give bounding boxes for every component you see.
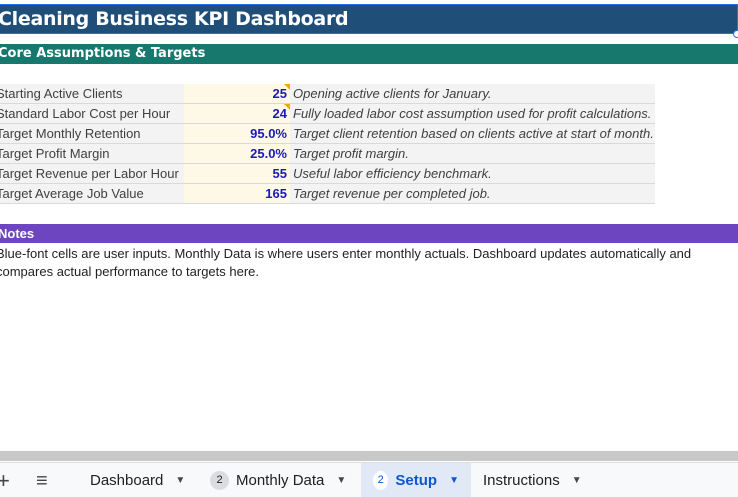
chevron-down-icon[interactable]: ▼	[336, 475, 346, 486]
table-row: Target Profit Margin 25.0% Target profit…	[0, 144, 655, 164]
tab-monthly-data[interactable]: 2 Monthly Data ▼	[198, 463, 358, 497]
tab-setup[interactable]: 2 Setup ▼	[361, 463, 471, 497]
assumption-label-cell[interactable]: Starting Active Clients	[0, 84, 184, 103]
chevron-down-icon[interactable]: ▼	[449, 475, 459, 486]
horizontal-scrollbar[interactable]	[0, 451, 738, 461]
assumption-value-input[interactable]: 95.0%	[184, 124, 290, 143]
dashboard-title-cell[interactable]: Cleaning Business KPI Dashboard	[0, 4, 738, 34]
notes-header-cell[interactable]: Notes	[0, 224, 738, 243]
assumption-label-cell[interactable]: Target Monthly Retention	[0, 124, 184, 143]
tab-instructions[interactable]: Instructions ▼	[472, 463, 593, 497]
sheet-tab-bar: + ≡ Dashboard ▼ 2 Monthly Data ▼ 2 Setup…	[0, 462, 738, 497]
assumption-note-cell[interactable]: Target revenue per completed job.	[290, 184, 655, 203]
tab-label: Instructions	[483, 472, 560, 489]
assumptions-table: Starting Active Clients 25 Opening activ…	[0, 84, 655, 204]
chevron-down-icon[interactable]: ▼	[572, 475, 582, 486]
tab-label: Monthly Data	[236, 472, 325, 489]
table-row: Target Revenue per Labor Hour 55 Useful …	[0, 164, 655, 184]
tab-count-badge: 2	[210, 471, 229, 490]
assumption-label-cell[interactable]: Target Profit Margin	[0, 144, 184, 163]
table-row: Target Average Job Value 165 Target reve…	[0, 184, 655, 204]
assumption-note-cell[interactable]: Target client retention based on clients…	[290, 124, 655, 143]
assumption-note-cell[interactable]: Target profit margin.	[290, 144, 655, 163]
section-header-cell[interactable]: Core Assumptions & Targets	[0, 44, 738, 64]
tab-dashboard[interactable]: Dashboard ▼	[78, 463, 197, 497]
assumption-value-input[interactable]: 25.0%	[184, 144, 290, 163]
table-row: Target Monthly Retention 95.0% Target cl…	[0, 124, 655, 144]
assumption-label-cell[interactable]: Target Revenue per Labor Hour	[0, 164, 184, 183]
assumption-value-input[interactable]: 55	[184, 164, 290, 183]
tab-count-badge: 2	[373, 471, 389, 490]
notes-title: Notes	[0, 226, 35, 241]
assumption-value-input[interactable]: 24	[184, 104, 290, 123]
selection-fill-handle[interactable]	[733, 30, 738, 38]
assumption-value-input[interactable]: 165	[184, 184, 290, 203]
all-sheets-list-icon[interactable]: ≡	[36, 470, 48, 493]
assumption-label-cell[interactable]: Standard Labor Cost per Hour	[0, 104, 184, 123]
table-row: Standard Labor Cost per Hour 24 Fully lo…	[0, 104, 655, 124]
add-sheet-icon[interactable]: +	[0, 468, 10, 494]
assumption-note-cell[interactable]: Opening active clients for January.	[290, 84, 655, 103]
tab-label: Setup	[395, 472, 438, 489]
assumption-value-input[interactable]: 25	[184, 84, 290, 103]
assumption-note-cell[interactable]: Useful labor efficiency benchmark.	[290, 164, 655, 183]
chevron-down-icon[interactable]: ▼	[175, 475, 185, 486]
tab-label: Dashboard	[90, 472, 164, 489]
table-row: Starting Active Clients 25 Opening activ…	[0, 84, 655, 104]
dashboard-title: Cleaning Business KPI Dashboard	[0, 8, 349, 30]
assumption-label-cell[interactable]: Target Average Job Value	[0, 184, 184, 203]
assumption-note-cell[interactable]: Fully loaded labor cost assumption used …	[290, 104, 655, 123]
notes-body-cell[interactable]: Blue-font cells are user inputs. Monthly…	[0, 245, 731, 281]
section-title: Core Assumptions & Targets	[0, 46, 206, 61]
